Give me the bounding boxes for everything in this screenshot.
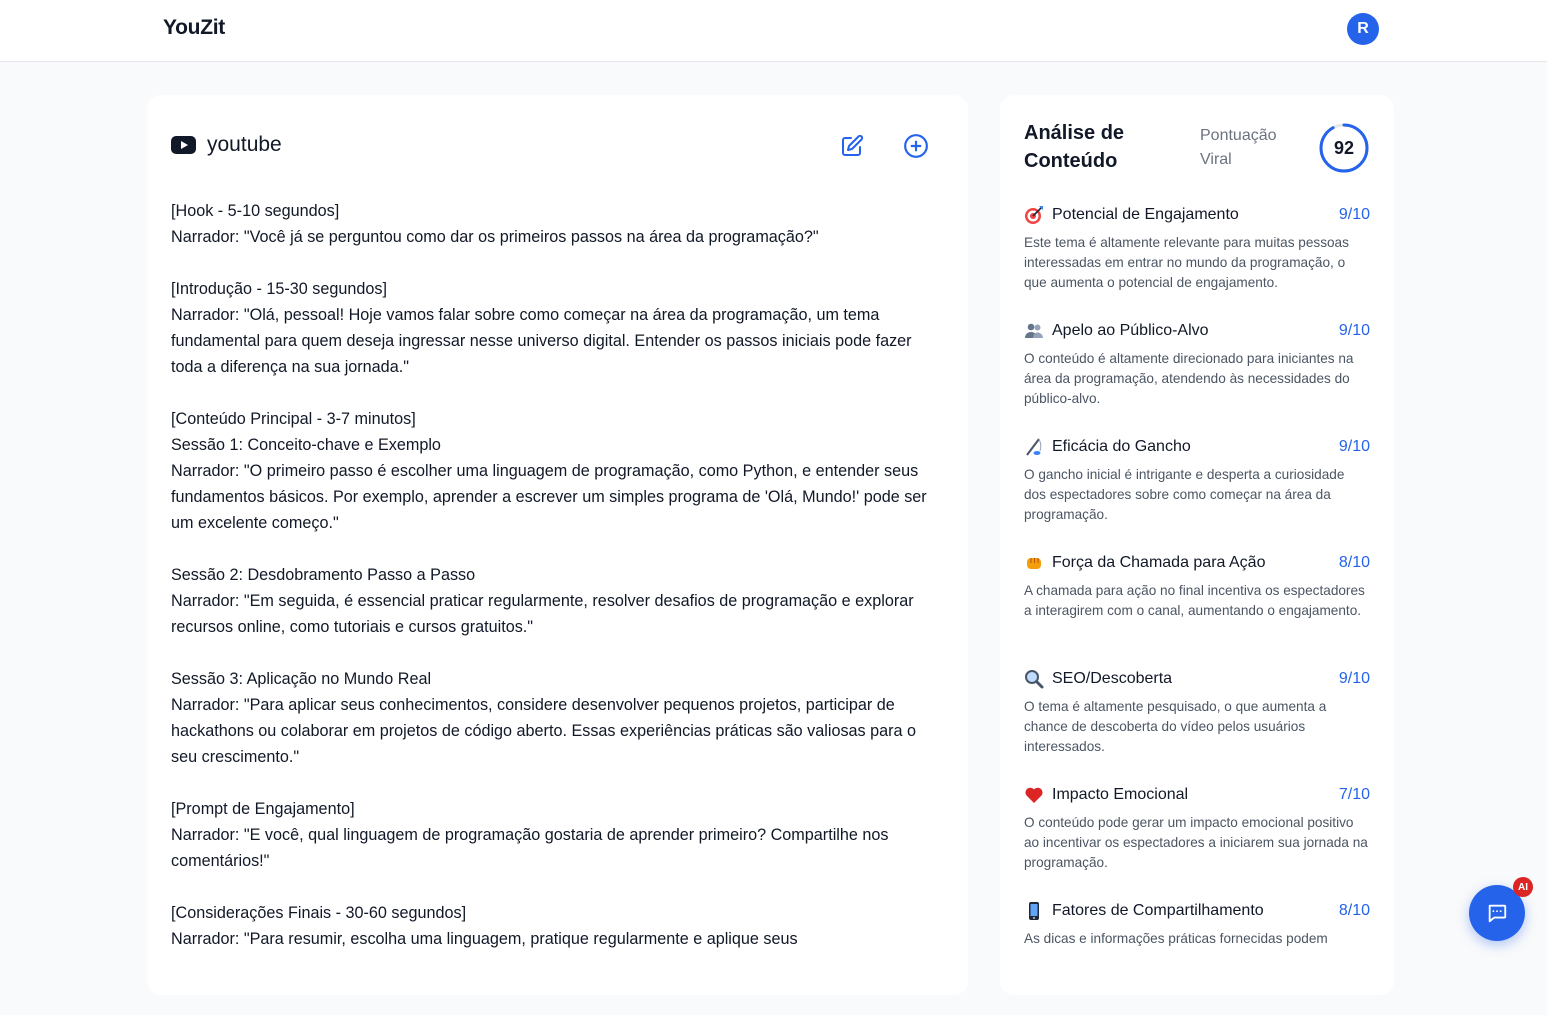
script-line [171,536,946,562]
metric-item: Potencial de Engajamento 9/10 Este tema é … [1024,203,1370,319]
metric-score: 9/10 [1338,438,1370,455]
metric-name: Eficácia do Gancho [1052,438,1191,455]
script-line: Narrador: "O primeiro passo é escolher u… [171,462,927,532]
metrics-list: Potencial de Engajamento 9/10 Este tema é … [1024,203,1370,1015]
script-line: Sessão 2: Desdobramento Passo a Passo [171,566,476,584]
metric-title: Força da Chamada para Ação [1024,553,1265,573]
metric-title: Impacto Emocional [1024,785,1188,805]
metric-item: SEO/Descoberta 9/10 O tema é altamente pes… [1024,667,1370,783]
metric-description: Este tema é altamente relevante para mui… [1024,235,1349,290]
script-line [171,640,946,666]
metric-name: Impacto Emocional [1052,786,1189,803]
user-avatar[interactable]: R [1347,13,1379,45]
viral-score-ring: 92 [1319,123,1369,173]
ai-badge: AI [1513,877,1533,897]
chat-icon [1488,904,1507,923]
platform-label: youtube [207,133,282,156]
script-line: Narrador: "Para aplicar seus conheciment… [171,696,917,766]
script-line: [Considerações Finais - 30-60 segundos] [171,904,467,922]
viral-score-label: Pontuação Viral [1200,127,1277,168]
metric-item: Apelo ao Público-Alvo 9/10 O conteúdo é al… [1024,319,1370,435]
plus-circle-icon [904,134,928,158]
script-line: [Introdução - 15-30 segundos] [171,280,387,298]
edit-icon [842,134,864,156]
metric-item: Impacto Emocional 7/10 O conteúdo pode ger… [1024,783,1370,899]
metric-header: Fatores de Compartilhamento 8/10 [1024,899,1370,923]
metric-score: 8/10 [1338,554,1370,571]
metric-header: Apelo ao Público-Alvo 9/10 [1024,319,1370,343]
analysis-card: Análise de Conteúdo Pontuação Viral 92 P… [1000,95,1394,995]
script-line: [Prompt de Engajamento] [171,800,355,818]
metric-title: Fatores de Compartilhamento [1024,901,1264,921]
metric-description: A chamada para ação no final incentiva o… [1024,583,1365,618]
heart-icon [1024,785,1044,805]
metric-name: Potencial de Engajamento [1052,206,1239,223]
brand-logo[interactable]: YouZit [163,16,225,40]
script-line: Narrador: "Olá, pessoal! Hoje vamos fala… [171,306,912,376]
script-line: Narrador: "E você, qual linguagem de pro… [171,826,889,870]
analysis-title: Análise de Conteúdo [1024,122,1125,172]
metric-description: O conteúdo pode gerar um impacto emocion… [1024,815,1368,870]
fishing-pole-icon [1024,437,1044,457]
metric-score: 9/10 [1338,670,1370,687]
metric-name: Fatores de Compartilhamento [1052,902,1264,919]
metric-name: SEO/Descoberta [1052,670,1173,687]
script-card: youtube [Hook - 5-10 segundos] Narrador: … [147,95,968,995]
target-icon [1024,205,1044,225]
metric-score: 7/10 [1338,786,1370,803]
metric-item: Eficácia do Gancho 9/10 O gancho inicial é… [1024,435,1370,551]
metric-score: 9/10 [1338,322,1370,339]
metric-header: Força da Chamada para Ação 8/10 [1024,551,1370,575]
metric-description: O tema é altamente pesquisado, o que aum… [1024,699,1327,754]
script-line [171,770,946,796]
script-line: [Conteúdo Principal - 3-7 minutos] [171,410,416,428]
youtube-icon [171,136,196,154]
script-text[interactable]: [Hook - 5-10 segundos] Narrador: "Você já… [171,198,946,952]
script-line: Narrador: "Para resumir, escolha uma lin… [171,930,798,948]
metric-description: As dicas e informações práticas fornecid… [1024,931,1328,946]
magnifier-icon [1024,669,1044,689]
metric-header: Potencial de Engajamento 9/10 [1024,203,1370,227]
metric-score: 9/10 [1338,206,1370,223]
metric-description: O gancho inicial é intrigante e desperta… [1024,467,1345,522]
metric-title: Potencial de Engajamento [1024,205,1239,225]
metric-name: Força da Chamada para Ação [1052,554,1266,571]
metric-item: Fatores de Compartilhamento 8/10 As dicas … [1024,899,1370,1015]
metric-header: Impacto Emocional 7/10 [1024,783,1370,807]
script-line [171,874,946,900]
metric-title: SEO/Descoberta [1024,669,1172,689]
metric-item: Força da Chamada para Ação 8/10 A chamada … [1024,551,1370,667]
metric-name: Apelo ao Público-Alvo [1052,322,1209,339]
phone-icon [1024,901,1044,921]
metric-header: SEO/Descoberta 9/10 [1024,667,1370,691]
metric-header: Eficácia do Gancho 9/10 [1024,435,1370,459]
edit-button[interactable] [839,133,865,159]
script-line: Sessão 1: Conceito-chave e Exemplo [171,436,441,454]
viral-score-value: 92 [1333,137,1355,158]
top-navbar: YouZit R [0,0,1547,62]
metric-title: Apelo ao Público-Alvo [1024,321,1209,341]
script-line [171,380,946,406]
script-line [171,250,946,276]
script-line: Sessão 3: Aplicação no Mundo Real [171,670,432,688]
metric-title: Eficácia do Gancho [1024,437,1191,457]
metric-description: O conteúdo é altamente direcionado para … [1024,351,1354,406]
script-line: Narrador: "Em seguida, é essencial prati… [171,592,914,636]
metric-score: 8/10 [1338,902,1370,919]
add-button[interactable] [903,133,929,159]
people-icon [1024,321,1044,341]
script-line: [Hook - 5-10 segundos] [171,202,340,220]
script-line: Narrador: "Você já se perguntou como dar… [171,228,819,246]
platform-header: youtube [171,133,282,157]
fist-icon [1024,553,1044,573]
